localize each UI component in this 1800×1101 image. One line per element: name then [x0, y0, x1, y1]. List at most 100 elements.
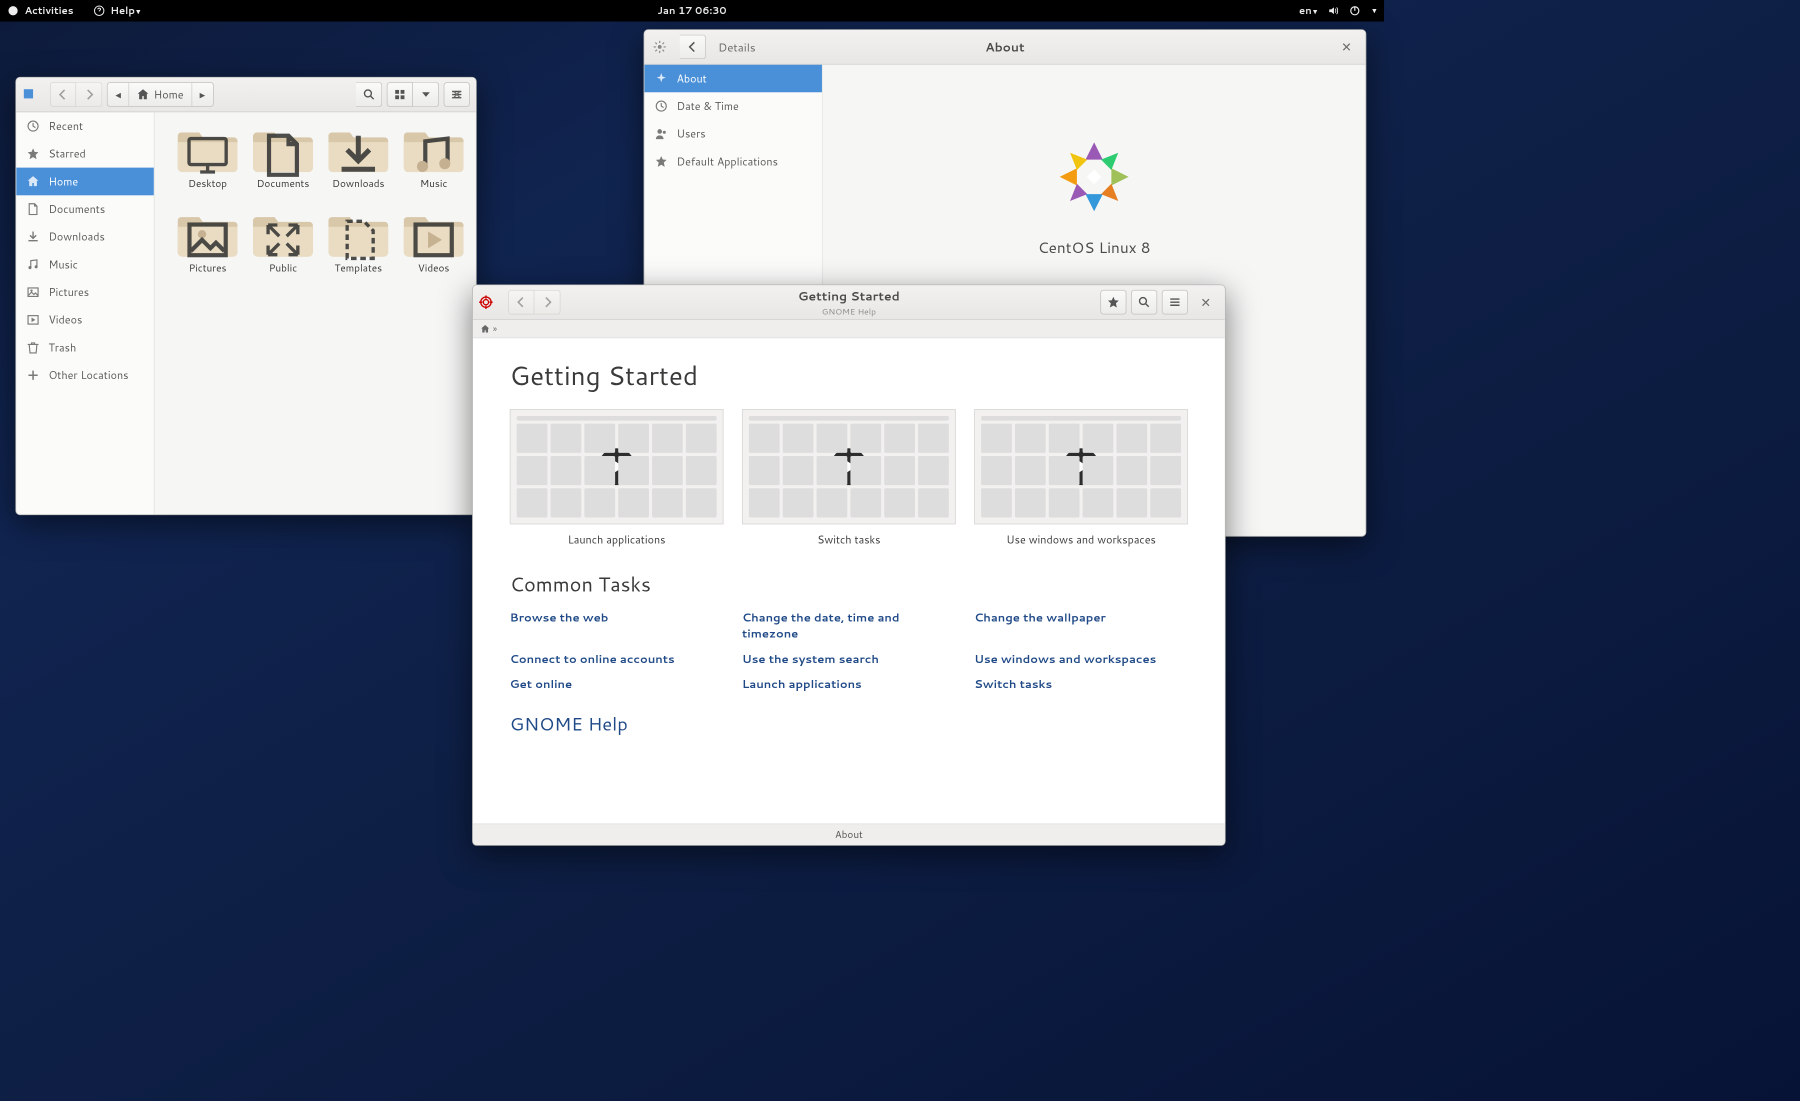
close-button[interactable]: ✕	[1193, 290, 1219, 315]
sidebar-item-home[interactable]: Home	[16, 168, 154, 196]
settings-item-date-time[interactable]: Date & Time	[644, 92, 822, 120]
search-button[interactable]	[356, 82, 382, 107]
nav-back-button[interactable]	[50, 82, 76, 107]
files-window: ◂ Home ▸ ✕ RecentStarredHomeDocumentsDow…	[15, 77, 476, 515]
task-link[interactable]: Connect to online accounts	[510, 650, 724, 666]
centos-logo	[1051, 134, 1137, 220]
settings-item-about[interactable]: About	[644, 65, 822, 93]
menu-button[interactable]	[1162, 290, 1188, 315]
folder-desktop[interactable]: Desktop	[178, 128, 238, 191]
sidebar-item-label: Recent	[48, 118, 83, 133]
folder-downloads[interactable]: Downloads	[328, 128, 388, 191]
app-menu[interactable]: Help▾	[110, 4, 140, 18]
section-heading: Common Tasks	[510, 571, 1188, 599]
star-icon	[27, 148, 39, 160]
folder-music[interactable]: Music	[404, 128, 464, 191]
bookmark-button[interactable]	[1100, 290, 1126, 315]
search-button[interactable]	[1131, 290, 1157, 315]
volume-icon[interactable]	[1328, 5, 1339, 16]
path-bar[interactable]: ◂ Home ▸	[107, 82, 214, 107]
breadcrumb-sep: »	[493, 322, 497, 335]
video-thumbnail	[510, 409, 724, 524]
back-button[interactable]	[680, 35, 706, 60]
folder-label: Templates	[335, 261, 383, 275]
path-back-icon[interactable]: ◂	[108, 83, 130, 106]
settings-item-label: Date & Time	[677, 98, 739, 113]
sidebar-item-other-locations[interactable]: Other Locations	[16, 361, 154, 389]
task-link[interactable]: Change the wallpaper	[974, 609, 1188, 641]
pictures-icon	[27, 286, 39, 298]
system-menu-caret-icon[interactable]: ▾	[1372, 5, 1376, 16]
sidebar-item-downloads[interactable]: Downloads	[16, 223, 154, 251]
video-card[interactable]: Switch tasks	[742, 409, 956, 547]
page-heading: Getting Started	[510, 357, 1188, 394]
settings-item-users[interactable]: Users	[644, 120, 822, 148]
files-headerbar: ◂ Home ▸ ✕	[16, 78, 476, 113]
files-view[interactable]: Desktop Documents Downloads Music Pictures Pu…	[155, 112, 476, 514]
input-source-indicator[interactable]: en▾	[1299, 4, 1317, 18]
folder-label: Desktop	[188, 177, 227, 191]
close-button[interactable]: ✕	[444, 82, 470, 107]
nav-forward-button[interactable]	[76, 82, 102, 107]
folder-label: Documents	[257, 177, 310, 191]
play-icon	[1063, 448, 1100, 485]
folder-pictures[interactable]: Pictures	[178, 212, 238, 275]
sidebar-item-trash[interactable]: Trash	[16, 334, 154, 362]
video-card[interactable]: Use windows and workspaces	[974, 409, 1188, 547]
sidebar-item-recent[interactable]: Recent	[16, 112, 154, 140]
star-icon	[655, 155, 667, 167]
play-icon	[830, 448, 867, 485]
documents-icon	[27, 203, 39, 215]
power-icon[interactable]	[1349, 5, 1360, 16]
files-app-icon	[22, 88, 36, 102]
folder-label: Public	[269, 261, 297, 275]
task-link[interactable]: Use windows and workspaces	[974, 650, 1188, 666]
sidebar-item-documents[interactable]: Documents	[16, 195, 154, 223]
folder-label: Music	[420, 177, 447, 191]
settings-item-label: About	[677, 71, 707, 86]
sidebar-item-pictures[interactable]: Pictures	[16, 278, 154, 306]
task-link[interactable]: Change the date, time and timezone	[742, 609, 956, 641]
folder-videos[interactable]: Videos	[404, 212, 464, 275]
clock[interactable]: Jan 17 06:30	[657, 4, 726, 18]
task-link[interactable]: Use the system search	[742, 650, 956, 666]
sidebar-item-label: Other Locations	[48, 368, 128, 383]
home-icon	[27, 175, 39, 187]
videos-icon	[404, 218, 464, 263]
path-segment-home[interactable]: Home	[129, 83, 192, 106]
sparkle-icon	[655, 72, 667, 84]
close-button[interactable]: ✕	[1333, 35, 1359, 60]
task-link[interactable]: Get online	[510, 676, 724, 692]
nav-forward-button[interactable]	[534, 290, 560, 315]
settings-headerbar: Details About ✕	[644, 30, 1365, 65]
sidebar-item-starred[interactable]: Starred	[16, 140, 154, 168]
task-link[interactable]: Switch tasks	[974, 676, 1188, 692]
top-panel: Activities Help▾ Jan 17 06:30 en▾ ▾	[0, 0, 1384, 22]
sidebar-item-label: Music	[48, 257, 77, 272]
help-title: Getting Started GNOME Help	[798, 287, 900, 317]
path-forward-icon[interactable]: ▸	[192, 83, 213, 106]
task-link[interactable]: Browse the web	[510, 609, 724, 641]
view-options-button[interactable]	[413, 82, 439, 107]
folder-public[interactable]: Public	[253, 212, 313, 275]
folder-label: Videos	[418, 261, 449, 275]
nav-back-button[interactable]	[508, 290, 534, 315]
activities-button[interactable]: Activities	[25, 4, 74, 18]
music-icon	[404, 133, 464, 178]
sidebar-item-music[interactable]: Music	[16, 251, 154, 279]
task-link[interactable]: Launch applications	[742, 676, 956, 692]
header-category: Details	[718, 39, 755, 55]
view-toggle-button[interactable]	[387, 82, 413, 107]
folder-templates[interactable]: Templates	[328, 212, 388, 275]
sidebar-item-videos[interactable]: Videos	[16, 306, 154, 334]
home-icon[interactable]	[481, 324, 490, 333]
folder-documents[interactable]: Documents	[253, 128, 313, 191]
settings-item-default-applications[interactable]: Default Applications	[644, 148, 822, 176]
download-icon	[328, 133, 388, 178]
video-thumbnail	[974, 409, 1188, 524]
pictures-icon	[178, 218, 238, 263]
video-card[interactable]: Launch applications	[510, 409, 724, 547]
gnome-help-link[interactable]: GNOME Help	[510, 710, 1188, 736]
video-thumbnail	[742, 409, 956, 524]
help-window: Getting Started GNOME Help ✕ » Getting S…	[472, 284, 1226, 845]
